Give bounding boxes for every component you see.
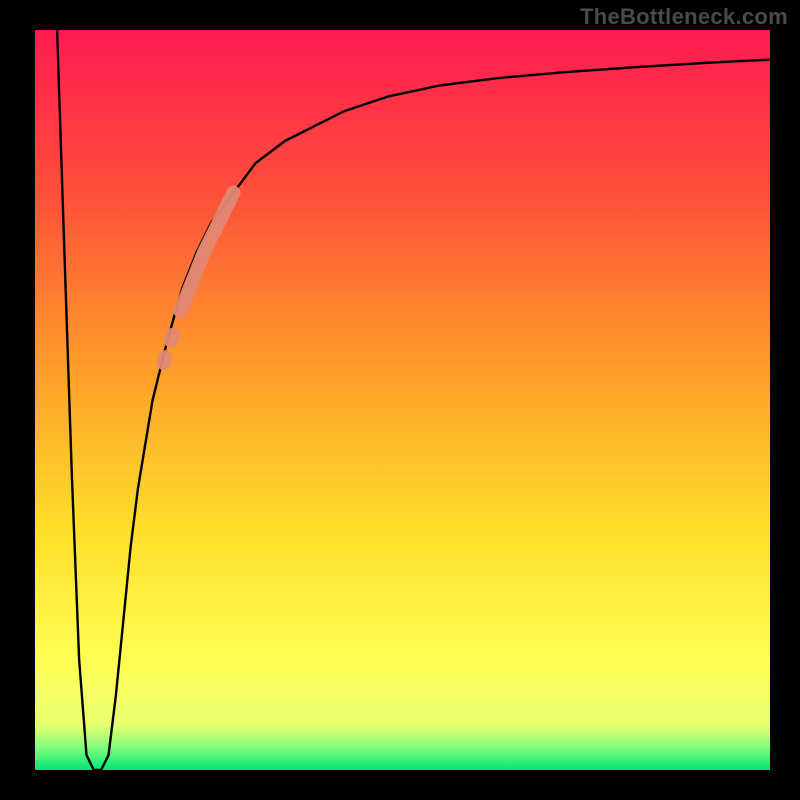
chart-stage: TheBottleneck.com: [0, 0, 800, 800]
gradient-background: [35, 30, 770, 770]
chart-svg: [35, 30, 770, 770]
attribution-text: TheBottleneck.com: [580, 4, 788, 30]
plot-area: [35, 30, 770, 770]
highlight-segment: [171, 335, 172, 341]
highlight-segment: [164, 357, 166, 363]
